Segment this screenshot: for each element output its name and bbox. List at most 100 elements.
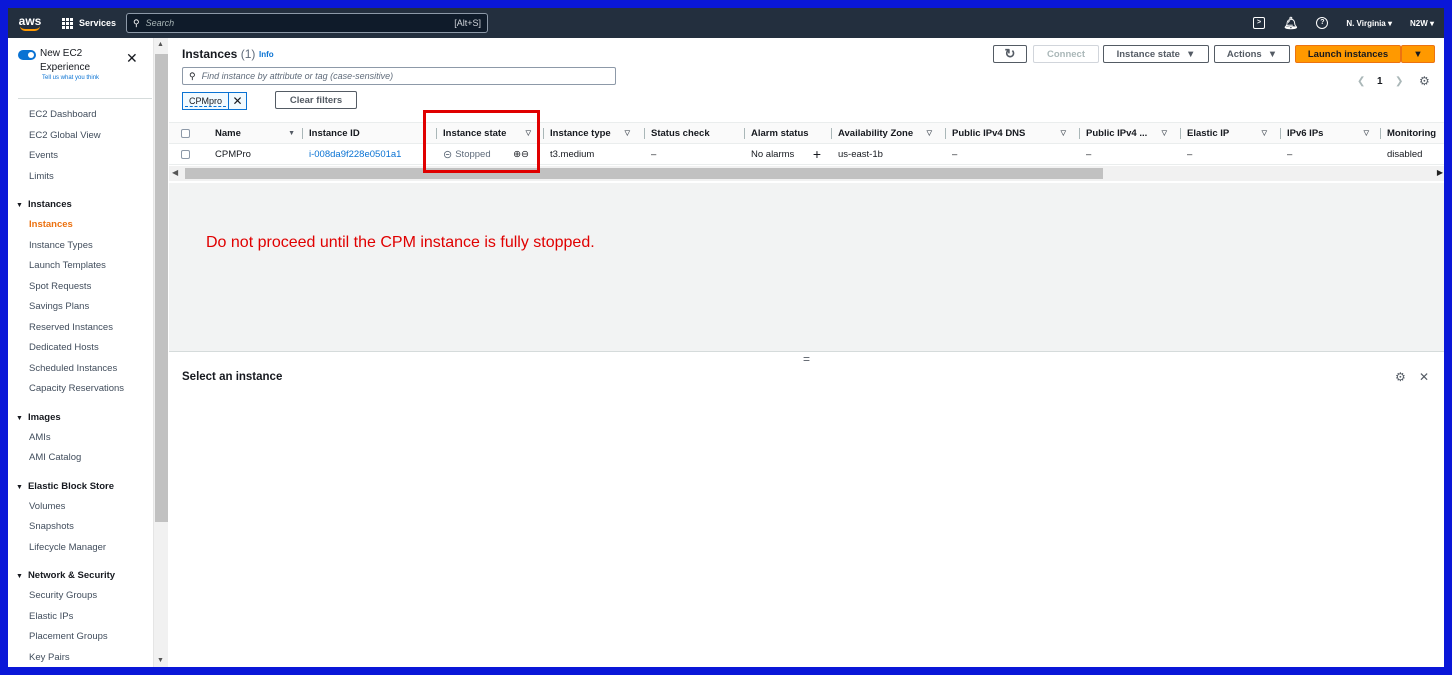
scroll-right-icon[interactable]: ▶ xyxy=(1437,168,1443,177)
remove-token-icon[interactable]: ✕ xyxy=(228,93,246,109)
refresh-button[interactable]: ↻ xyxy=(993,45,1027,63)
sidebar-item-limits[interactable]: Limits xyxy=(8,167,153,188)
prev-page-icon[interactable]: ❮ xyxy=(1357,76,1365,87)
drag-handle-icon[interactable]: = xyxy=(803,352,810,366)
sidebar-item-savings-plans[interactable]: Savings Plans xyxy=(8,297,153,318)
sidebar: New EC2 Experience Tell us what you thin… xyxy=(8,38,153,667)
filter-icon[interactable]: ▽ xyxy=(1364,129,1369,137)
title-text: Instances xyxy=(182,47,238,61)
scroll-left-icon[interactable]: ◀ xyxy=(172,168,178,177)
feedback-link[interactable]: Tell us what you think xyxy=(42,75,99,81)
scroll-down-icon[interactable]: ▼ xyxy=(157,657,164,664)
sidebar-item-snapshots[interactable]: Snapshots xyxy=(8,517,153,538)
row-checkbox[interactable] xyxy=(181,144,190,164)
sidebar-item-key-pairs[interactable]: Key Pairs xyxy=(8,648,153,668)
select-all-checkbox[interactable] xyxy=(181,123,190,143)
instance-id-link[interactable]: i-008da9f228e0501a1 xyxy=(309,144,401,164)
column-monitoring[interactable]: Monitoring xyxy=(1380,123,1437,143)
scrollbar-thumb[interactable] xyxy=(155,54,168,522)
column-label: Monitoring xyxy=(1387,127,1437,139)
column-public-ipv4-dns[interactable]: Public IPv4 DNS ▽ xyxy=(945,123,1066,143)
sidebar-item-dedicated-hosts[interactable]: Dedicated Hosts xyxy=(8,338,153,359)
column-ipv6-ips[interactable]: IPv6 IPs ▽ xyxy=(1280,123,1369,143)
actions-button[interactable]: Actions ▼ xyxy=(1214,45,1290,63)
column-instance-id[interactable]: Instance ID xyxy=(302,123,360,143)
add-alarm-icon[interactable]: + xyxy=(813,146,821,162)
sidebar-item-events[interactable]: Events xyxy=(8,146,153,167)
new-experience-toggle[interactable] xyxy=(18,50,36,60)
filter-icon[interactable]: ▽ xyxy=(625,129,630,137)
table-horizontal-scrollbar[interactable]: ◀ ▶ xyxy=(169,166,1444,181)
sidebar-item-instance-types[interactable]: Instance Types xyxy=(8,236,153,257)
settings-gear-icon[interactable]: ⚙ xyxy=(1395,370,1406,384)
clear-filters-button[interactable]: Clear filters xyxy=(275,91,357,109)
sidebar-item-ec2-dashboard[interactable]: EC2 Dashboard xyxy=(8,105,153,126)
sidebar-item-volumes[interactable]: Volumes xyxy=(8,497,153,518)
cloudshell-icon[interactable]: > xyxy=(1253,17,1266,29)
caret-down-icon: ▼ xyxy=(16,202,23,209)
refresh-icon: ↻ xyxy=(1004,46,1016,61)
instance-filter-input[interactable]: ⚲ Find instance by attribute or tag (cas… xyxy=(182,67,616,85)
sidebar-item-ec2-global-view[interactable]: EC2 Global View xyxy=(8,126,153,147)
sidebar-item-spot-requests[interactable]: Spot Requests xyxy=(8,277,153,298)
scroll-up-icon[interactable]: ▲ xyxy=(157,41,164,48)
top-nav: aws Services ⚲ Search [Alt+S] > 🔔︎ ? N. … xyxy=(8,8,1444,38)
table-row[interactable]: CPMPro i-008da9f228e0501a1 ⊝ Stopped ⊕ ⊖… xyxy=(169,144,1444,165)
connect-button[interactable]: Connect xyxy=(1033,45,1099,63)
cell-monitoring: disabled xyxy=(1387,148,1423,160)
info-link[interactable]: Info xyxy=(259,50,274,59)
settings-gear-icon[interactable]: ⚙ xyxy=(1419,74,1430,88)
cell-public-ipv4: – xyxy=(1086,148,1092,160)
column-public-ipv4[interactable]: Public IPv4 ... ▽ xyxy=(1079,123,1167,143)
experience-title: New EC2 Experience xyxy=(40,48,91,73)
global-search-input[interactable]: ⚲ Search [Alt+S] xyxy=(126,13,489,33)
help-icon[interactable]: ? xyxy=(1316,17,1329,29)
sidebar-group-images[interactable]: ▼ Images xyxy=(8,406,153,428)
filter-icon[interactable]: ▽ xyxy=(1061,129,1066,137)
caret-down-icon: ▼ xyxy=(16,483,23,491)
filter-icon[interactable]: ▼ xyxy=(288,130,295,137)
sidebar-group-elastic-block-store[interactable]: ▼ Elastic Block Store xyxy=(8,475,153,497)
sidebar-scrollbar[interactable]: ▲ ▼ xyxy=(153,38,168,667)
column-label: Status check xyxy=(651,127,710,139)
launch-dropdown-button[interactable]: ▼ xyxy=(1401,45,1435,63)
sidebar-item-ami-catalog[interactable]: AMI Catalog xyxy=(8,448,153,469)
sidebar-group-instances[interactable]: ▼ Instances xyxy=(8,193,153,215)
column-instance-type[interactable]: Instance type ▽ xyxy=(543,123,630,143)
filter-icon[interactable]: ▽ xyxy=(1162,129,1167,137)
filter-icon[interactable]: ▽ xyxy=(1262,129,1267,137)
next-page-icon[interactable]: ❯ xyxy=(1395,76,1403,87)
sidebar-item-amis[interactable]: AMIs xyxy=(8,428,153,449)
sidebar-item-elastic-ips[interactable]: Elastic IPs xyxy=(8,607,153,628)
instance-state-button[interactable]: Instance state ▼ xyxy=(1103,45,1209,63)
close-icon[interactable]: ✕ xyxy=(1419,370,1429,384)
region-selector[interactable]: N. Virginia ▾ xyxy=(1346,19,1392,28)
sidebar-item-lifecycle-manager[interactable]: Lifecycle Manager xyxy=(8,538,153,559)
filter-token[interactable]: CPMpro ✕ xyxy=(182,92,248,110)
aws-logo[interactable]: aws xyxy=(8,14,52,31)
actions-label: Actions xyxy=(1226,48,1262,60)
launch-instances-button[interactable]: Launch instances xyxy=(1295,45,1401,63)
column-name[interactable]: Name ▼ xyxy=(215,123,295,143)
alarm-status-value: No alarms xyxy=(751,148,795,160)
sidebar-item-scheduled-instances[interactable]: Scheduled Instances xyxy=(8,359,153,380)
account-menu[interactable]: N2W ▾ xyxy=(1410,19,1434,28)
column-availability-zone[interactable]: Availability Zone ▽ xyxy=(831,123,932,143)
sidebar-item-placement-groups[interactable]: Placement Groups xyxy=(8,627,153,648)
page-number[interactable]: 1 xyxy=(1377,76,1383,87)
column-alarm-status[interactable]: Alarm status xyxy=(744,123,809,143)
bell-icon[interactable]: 🔔︎ xyxy=(1283,16,1298,30)
close-icon[interactable]: ✕ xyxy=(126,50,138,67)
sidebar-item-instances[interactable]: Instances xyxy=(8,215,153,236)
sidebar-item-capacity-reservations[interactable]: Capacity Reservations xyxy=(8,379,153,400)
sidebar-item-security-groups[interactable]: Security Groups xyxy=(8,586,153,607)
column-status-check[interactable]: Status check xyxy=(644,123,710,143)
column-elastic-ip[interactable]: Elastic IP ▽ xyxy=(1180,123,1267,143)
cell-availability-zone: us-east-1b xyxy=(838,148,883,160)
filter-icon[interactable]: ▽ xyxy=(927,129,932,137)
sidebar-item-reserved-instances[interactable]: Reserved Instances xyxy=(8,318,153,339)
scrollbar-thumb[interactable] xyxy=(185,168,1103,179)
services-menu[interactable]: Services xyxy=(62,17,116,29)
sidebar-item-launch-templates[interactable]: Launch Templates xyxy=(8,256,153,277)
sidebar-group-network-security[interactable]: ▼ Network & Security xyxy=(8,564,153,586)
